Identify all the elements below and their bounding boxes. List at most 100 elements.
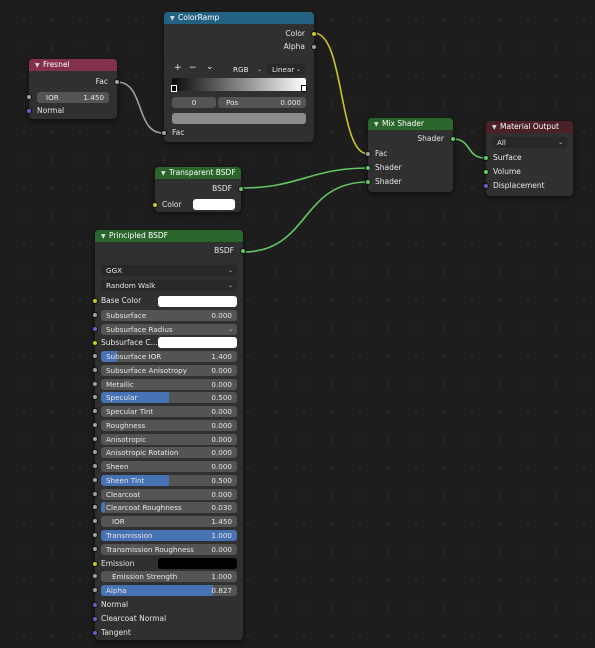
color-mode-dropdown[interactable]: RGB ⌄ [228, 64, 266, 75]
transmission-input-socket[interactable] [92, 531, 98, 538]
output-surface-input-socket[interactable] [483, 155, 489, 161]
sheen-field[interactable]: Sheen 0.000 [101, 461, 237, 472]
mix-shader2-input-socket[interactable] [365, 179, 371, 185]
collapse-chevron-icon[interactable]: ▼ [170, 13, 178, 24]
field-value: 0.000 [211, 544, 232, 554]
ior-input-socket[interactable] [92, 518, 98, 524]
fresnel-normal-input-socket[interactable] [26, 108, 32, 114]
base-color-input-socket[interactable] [92, 298, 98, 304]
output-displacement-input-socket[interactable] [483, 183, 489, 189]
ramp-stop-index-field[interactable]: 0 [172, 97, 216, 108]
subsurface-field[interactable]: Subsurface 0.000 [101, 310, 237, 321]
colorramp-color-output-socket[interactable] [311, 31, 317, 37]
anisotropic-input-socket[interactable] [92, 435, 98, 442]
sheen-input-socket[interactable] [92, 463, 98, 469]
emission-color-swatch[interactable] [158, 558, 237, 569]
ramp-stop-color-field[interactable] [172, 113, 306, 124]
subsurface-anisotropy-input-socket[interactable] [92, 366, 98, 373]
colorramp-alpha-output-socket[interactable] [311, 44, 317, 50]
output-volume-input-socket[interactable] [483, 169, 489, 175]
transmission-roughness-field[interactable]: Transmission Roughness 0.000 [101, 543, 237, 555]
fresnel-fac-output-socket[interactable] [114, 79, 120, 85]
specular-input-socket[interactable] [92, 394, 98, 401]
fresnel-ior-input-socket[interactable] [26, 94, 32, 100]
principled-bsdf-output-socket[interactable] [240, 248, 246, 254]
mix-shader-node[interactable]: ▼ Mix Shader Shader Fac Shader Shader [365, 118, 456, 192]
colorramp-fac-input-socket[interactable] [161, 130, 167, 136]
clearcoat-roughness-input-socket[interactable] [92, 504, 98, 511]
material-output-header[interactable]: ▼ Material Output [486, 121, 573, 133]
mix-shader-output-socket[interactable] [450, 136, 456, 142]
subsurface-anisotropy-field[interactable]: Subsurface Anisotropy 0.000 [101, 364, 237, 376]
collapse-chevron-icon[interactable]: ▼ [374, 119, 382, 130]
fresnel-ior-field[interactable]: IOR 1.450 [37, 92, 109, 103]
transparent-color-swatch[interactable] [193, 199, 235, 210]
clearcoat-normal-input-socket[interactable] [92, 616, 98, 622]
transmission-roughness-input-socket[interactable] [92, 545, 98, 552]
roughness-field[interactable]: Roughness 0.000 [101, 419, 237, 431]
interpolation-dropdown[interactable]: Linear ⌄ [267, 64, 305, 75]
ior-field[interactable]: IOR 1.450 [101, 516, 237, 527]
anisotropic-rotation-input-socket[interactable] [92, 449, 98, 456]
subsurface-method-dropdown[interactable]: Random Walk ⌄ [101, 280, 237, 291]
fresnel-node[interactable]: ▼ Fresnel Fac IOR 1.450 Normal [26, 59, 120, 119]
transmission-field[interactable]: Transmission 1.000 [101, 529, 237, 541]
clearcoat-input-socket[interactable] [92, 490, 98, 497]
collapse-chevron-icon[interactable]: ▼ [35, 60, 43, 71]
colorramp-node[interactable]: ▼ ColorRamp Color Alpha + − ⌄ RGB ⌄ Linear… [161, 12, 317, 142]
mix-shader-header[interactable]: ▼ Mix Shader [368, 118, 453, 130]
transparent-bsdf-node[interactable]: ▼ Transparent BSDF BSDF Color [152, 167, 244, 212]
ramp-stop-white[interactable] [301, 85, 307, 92]
subsurface-radius-dropdown[interactable]: Subsurface Radius ⌄ [101, 324, 237, 335]
transparent-color-input-socket[interactable] [152, 202, 158, 208]
subsurface-ior-field[interactable]: Subsurface IOR 1.400 [101, 351, 237, 362]
ramp-stop-black[interactable] [171, 85, 177, 92]
subsurface-color-swatch[interactable] [158, 337, 237, 348]
collapse-chevron-icon[interactable]: ▼ [101, 231, 109, 242]
field-socket[interactable] [92, 312, 98, 318]
specular-tint-input-socket[interactable] [92, 408, 98, 414]
transparent-bsdf-header[interactable]: ▼ Transparent BSDF [155, 167, 241, 179]
add-stop-icon[interactable]: + [174, 63, 182, 73]
base-color-swatch[interactable] [158, 296, 237, 307]
specular-field[interactable]: Specular 0.500 [101, 392, 237, 404]
roughness-input-socket[interactable] [92, 421, 98, 428]
normal-input-socket[interactable] [92, 602, 98, 608]
clearcoat-field[interactable]: Clearcoat 0.000 [101, 488, 237, 500]
ramp-stop-position-field[interactable]: Pos 0.000 [218, 97, 306, 108]
material-output-node[interactable]: ▼ Material Output All ⌄ Surface Volume Dis… [483, 121, 573, 196]
specular-tint-field[interactable]: Specular Tint 0.000 [101, 406, 237, 417]
alpha-input-socket[interactable] [92, 587, 98, 593]
collapse-chevron-icon[interactable]: ▼ [161, 168, 169, 179]
field-label: Emission Strength [112, 572, 178, 581]
color-ramp-gradient-bar[interactable] [172, 78, 306, 91]
principled-bsdf-header[interactable]: ▼ Principled BSDF [95, 230, 243, 242]
alpha-field[interactable]: Alpha 0.827 [101, 585, 237, 596]
principled-bsdf-node[interactable]: ▼ Principled BSDF BSDF GGX ⌄ Random Walk ⌄ … [92, 230, 246, 640]
ramp-menu-chevron-icon[interactable]: ⌄ [206, 62, 214, 72]
anisotropic-rotation-field[interactable]: Anisotropic Rotation 0.000 [101, 447, 237, 459]
colorramp-node-header[interactable]: ▼ ColorRamp [164, 12, 314, 24]
mix-fac-label: Fac [375, 149, 388, 158]
metallic-field[interactable]: Metallic 0.000 [101, 378, 237, 390]
clearcoat-roughness-field[interactable]: Clearcoat Roughness 0.030 [101, 502, 237, 514]
subsurface-radius-input-socket[interactable] [92, 326, 98, 332]
emission-strength-input-socket[interactable] [92, 573, 98, 579]
sheen-tint-input-socket[interactable] [92, 476, 98, 483]
metallic-input-socket[interactable] [92, 380, 98, 387]
emission-input-socket[interactable] [92, 561, 98, 567]
tangent-input-socket[interactable] [92, 630, 98, 636]
subsurface-color-input-socket[interactable] [92, 340, 98, 346]
fresnel-node-header[interactable]: ▼ Fresnel [29, 59, 117, 71]
subsurface-ior-input-socket[interactable] [92, 353, 98, 359]
distribution-dropdown[interactable]: GGX ⌄ [101, 265, 237, 276]
emission-strength-field[interactable]: Emission Strength 1.000 [101, 571, 237, 582]
remove-stop-icon[interactable]: − [189, 63, 197, 73]
sheen-tint-field[interactable]: Sheen Tint 0.500 [101, 474, 237, 486]
collapse-chevron-icon[interactable]: ▼ [492, 122, 500, 133]
transparent-bsdf-output-socket[interactable] [238, 186, 244, 192]
mix-fac-input-socket[interactable] [365, 151, 371, 157]
mix-shader1-input-socket[interactable] [365, 165, 371, 171]
output-target-dropdown[interactable]: All ⌄ [492, 137, 567, 148]
anisotropic-field[interactable]: Anisotropic 0.000 [101, 433, 237, 445]
